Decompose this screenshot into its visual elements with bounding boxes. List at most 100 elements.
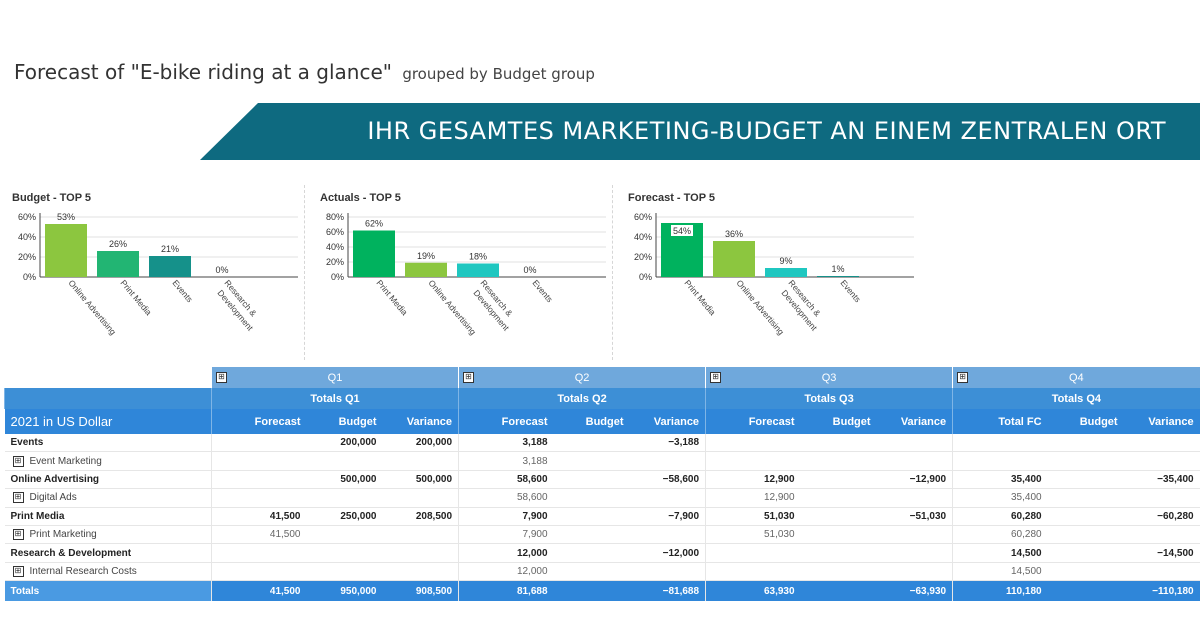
row-label: Events xyxy=(4,434,212,453)
table-cell xyxy=(1047,451,1124,471)
bar-1[interactable] xyxy=(405,262,447,277)
table-cell: 58,600 xyxy=(458,488,554,508)
table-cell xyxy=(553,434,630,453)
totals-cell: 41,500 xyxy=(211,580,307,602)
table-cell xyxy=(553,525,630,545)
quarter-header-q4[interactable]: ⊞ Q4 xyxy=(952,367,1200,388)
data-label: 62% xyxy=(365,219,383,229)
y-tick-label: 0% xyxy=(23,272,36,282)
totals-cell xyxy=(1047,580,1124,602)
table-cell: 51,030 xyxy=(705,525,801,545)
bar-1[interactable] xyxy=(713,241,755,277)
bar-2[interactable] xyxy=(457,263,499,278)
expand-icon[interactable]: ⊞ xyxy=(463,372,475,383)
table-row-sub[interactable]: ⊞ Internal Research Costs 12,000 14,500 xyxy=(4,562,1200,582)
expand-icon[interactable]: ⊞ xyxy=(710,372,722,383)
bar-0[interactable] xyxy=(45,224,87,277)
table-cell xyxy=(629,562,706,582)
bar-2[interactable] xyxy=(149,256,191,277)
category-label: Print Media xyxy=(682,278,717,318)
table-cell xyxy=(876,543,953,563)
table-cell: 3,188 xyxy=(458,434,554,453)
row-label-text: Events xyxy=(10,437,44,449)
table-row-sub[interactable]: ⊞ Print Marketing 41,500 7,900 51,030 60,280 xyxy=(4,525,1200,545)
data-label: 1% xyxy=(831,264,844,274)
report-title: Forecast of "E-bike riding at a glance" … xyxy=(14,60,595,84)
totals-header-q4: Totals Q4 xyxy=(952,388,1200,409)
table-cell: 60,280 xyxy=(952,525,1048,545)
quarter-label: Q1 xyxy=(327,371,343,384)
row-label: ⊞ Digital Ads xyxy=(4,488,212,508)
table-cell: −51,030 xyxy=(876,507,953,526)
table-cell xyxy=(1047,562,1124,582)
table-cell xyxy=(952,451,1048,471)
quarter-header-q2[interactable]: ⊞ Q2 xyxy=(458,367,706,388)
table-cell: 14,500 xyxy=(952,543,1048,563)
row-label: Online Advertising xyxy=(4,470,212,490)
forecast-top5-chart[interactable]: Forecast - TOP 5 0% 20% 40% 60% 54% Print Medi… xyxy=(624,185,924,360)
expand-icon[interactable]: ⊞ xyxy=(12,529,24,541)
table-cell: 35,400 xyxy=(952,470,1048,490)
actuals-top5-chart-svg: Actuals - TOP 5 0% 20% 40% 60% 80% 62% Print Me… xyxy=(320,192,606,337)
y-tick-label: 20% xyxy=(18,252,36,262)
quarter-label: Q3 xyxy=(821,371,837,384)
expand-icon[interactable]: ⊞ xyxy=(957,372,969,383)
table-cell: 200,000 xyxy=(382,434,459,453)
quarter-header-q3[interactable]: ⊞ Q3 xyxy=(705,367,953,388)
data-label: 19% xyxy=(417,251,435,261)
expand-icon[interactable]: ⊞ xyxy=(12,455,24,467)
bar-3[interactable] xyxy=(817,276,859,277)
table-row-sub[interactable]: ⊞ Event Marketing 3,188 xyxy=(4,451,1200,471)
table-cell xyxy=(553,507,630,526)
table-cell xyxy=(629,525,706,545)
table-cell xyxy=(211,488,307,508)
data-label: 9% xyxy=(779,256,792,266)
y-tick-label: 40% xyxy=(326,242,344,252)
marketing-banner: IHR GESAMTES MARKETING-BUDGET AN EINEM Z… xyxy=(200,103,1200,160)
row-label-text: Event Marketing xyxy=(29,455,102,467)
y-tick-label: 20% xyxy=(634,252,652,262)
table-cell xyxy=(1047,434,1124,453)
totals-header-q3: Totals Q3 xyxy=(705,388,953,409)
category-label: Online Advertising xyxy=(66,278,118,337)
table-row-sub[interactable]: ⊞ Digital Ads 58,600 12,900 35,400 xyxy=(4,488,1200,508)
expand-icon[interactable]: ⊞ xyxy=(216,372,227,383)
banner-text: IHR GESAMTES MARKETING-BUDGET AN EINEM Z… xyxy=(367,117,1166,145)
column-header-forecast: Forecast xyxy=(705,409,801,434)
table-cell xyxy=(382,488,459,508)
table-cell xyxy=(705,543,801,563)
totals-cell: 950,000 xyxy=(306,580,383,602)
expand-icon[interactable]: ⊞ xyxy=(12,492,24,504)
table-cell xyxy=(553,488,630,508)
totals-cell: 908,500 xyxy=(382,580,459,602)
table-cell xyxy=(211,543,307,563)
row-label-text: Print Media xyxy=(10,510,65,522)
column-header-forecast: Forecast xyxy=(211,409,307,434)
totals-cell: −81,688 xyxy=(629,580,706,602)
table-cell xyxy=(705,434,801,453)
expand-icon[interactable]: ⊞ xyxy=(12,565,24,577)
column-header-budget: Budget xyxy=(800,409,877,434)
table-cell xyxy=(800,562,877,582)
bar-2[interactable] xyxy=(765,268,807,277)
totals-cell: −63,930 xyxy=(876,580,953,602)
totals-label: Totals xyxy=(4,580,212,602)
table-cell xyxy=(382,562,459,582)
actuals-top5-chart[interactable]: Actuals - TOP 5 0% 20% 40% 60% 80% 62% Print Me… xyxy=(316,185,606,360)
table-cell xyxy=(876,488,953,508)
row-label: ⊞ Event Marketing xyxy=(4,451,212,471)
header-corner-blank xyxy=(4,388,212,409)
column-header-variance: Variance xyxy=(1123,409,1200,434)
row-label-text: Internal Research Costs xyxy=(29,566,137,577)
quarter-header-q1[interactable]: ⊞ Q1 xyxy=(210,367,459,388)
table-cell xyxy=(211,451,307,471)
data-label: 54% xyxy=(673,226,691,236)
table-cell xyxy=(876,525,953,545)
bar-1[interactable] xyxy=(97,251,139,277)
report-subtitle: grouped by Budget group xyxy=(402,65,595,83)
budget-top5-chart[interactable]: Budget - TOP 5 0% 20% 40% 60% 53% Online Adver… xyxy=(8,185,298,360)
table-row-group: Research & Development 12,000 −12,000 14,50… xyxy=(4,543,1200,563)
forecast-top5-chart-svg: Forecast - TOP 5 0% 20% 40% 60% 54% Print Medi… xyxy=(628,192,914,337)
row-label: ⊞ Internal Research Costs xyxy=(4,562,212,582)
bar-0[interactable] xyxy=(353,230,395,278)
